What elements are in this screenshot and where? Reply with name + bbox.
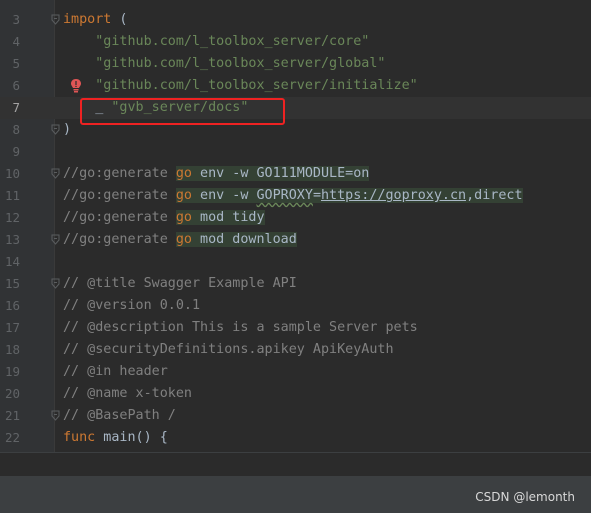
code-token: mod download <box>192 232 297 247</box>
code-token: // @name x-token <box>63 386 192 401</box>
code-text: // @version 0.0.1 <box>63 295 200 317</box>
code-token: ,direct <box>466 188 523 203</box>
code-token: "github.com/l_toolbox_server/initialize" <box>95 78 418 93</box>
code-line[interactable]: 16 // @version 0.0.1 <box>0 295 591 317</box>
line-number: 17 <box>4 320 20 335</box>
code-line[interactable]: 10 //go:generate go env -w GO111MODULE=on <box>0 163 591 185</box>
code-token: go <box>175 188 192 203</box>
code-text: import ( <box>63 9 128 31</box>
fold-marker-icon[interactable] <box>51 278 60 289</box>
line-number: 21 <box>4 408 20 423</box>
line-number: 14 <box>4 254 20 269</box>
line-number: 22 <box>4 430 20 445</box>
fold-marker-icon[interactable] <box>51 410 60 421</box>
fold-marker-icon[interactable] <box>51 14 60 25</box>
editor-bottom-border <box>0 452 591 453</box>
fold-marker-icon[interactable] <box>51 124 60 135</box>
code-text: //go:generate go env -w GOPROXY=https://… <box>63 185 523 207</box>
highlight-box-annotation <box>80 98 285 125</box>
code-text: // @name x-token <box>63 383 192 405</box>
fold-marker-icon[interactable] <box>51 234 60 245</box>
code-line[interactable]: 3 import ( <box>0 9 591 31</box>
code-line[interactable]: 13 //go:generate go mod download <box>0 229 591 251</box>
code-text: // @in header <box>63 361 168 383</box>
code-line[interactable]: 19 // @in header <box>0 361 591 383</box>
code-token: go <box>175 210 192 225</box>
code-text: //go:generate go mod download <box>63 229 297 251</box>
line-number: 19 <box>4 364 20 379</box>
code-token: = <box>312 188 321 203</box>
code-line[interactable]: 15 // @title Swagger Example API <box>0 273 591 295</box>
code-token: GOPROXY <box>256 188 313 203</box>
code-token: ( <box>111 12 128 27</box>
line-number: 11 <box>4 188 20 203</box>
code-token: import <box>63 12 112 27</box>
line-number: 20 <box>4 386 20 401</box>
code-token: func <box>63 430 96 445</box>
code-text: ) <box>63 119 71 141</box>
code-token: // @BasePath / <box>63 408 176 423</box>
code-text: "github.com/l_toolbox_server/core" <box>63 31 369 53</box>
code-line[interactable]: 22 func main() { <box>0 427 591 449</box>
code-text: "github.com/l_toolbox_server/initialize" <box>63 75 418 97</box>
code-line[interactable]: 12 //go:generate go mod tidy <box>0 207 591 229</box>
code-token: // @title Swagger Example API <box>63 276 297 291</box>
code-line[interactable]: 21 // @BasePath / <box>0 405 591 427</box>
code-text: // @description This is a sample Server … <box>63 317 418 339</box>
code-token: https://goproxy.cn <box>321 188 467 203</box>
line-number: 5 <box>12 56 20 71</box>
code-token: go <box>175 166 192 181</box>
code-line[interactable]: 14 <box>0 251 591 273</box>
code-token: "github.com/l_toolbox_server/global" <box>95 56 386 71</box>
fold-marker-icon[interactable] <box>51 168 60 179</box>
code-token: main() { <box>95 430 168 445</box>
line-number: 10 <box>4 166 20 181</box>
code-token: "github.com/l_toolbox_server/core" <box>95 34 370 49</box>
code-text: func main() { <box>63 427 168 449</box>
line-number: 3 <box>12 12 20 27</box>
line-number: 4 <box>12 34 20 49</box>
line-number: 9 <box>12 144 20 159</box>
code-line[interactable]: 9 <box>0 141 591 163</box>
line-number: 6 <box>12 78 20 93</box>
code-line[interactable]: 5 "github.com/l_toolbox_server/global" <box>0 53 591 75</box>
line-number: 16 <box>4 298 20 313</box>
code-text: // @title Swagger Example API <box>63 273 297 295</box>
code-token: //go:generate <box>63 166 176 181</box>
code-token: env -w GO111MODULE=on <box>192 166 370 181</box>
code-text: // @securityDefinitions.apikey ApiKeyAut… <box>63 339 394 361</box>
code-token: //go:generate <box>63 232 176 247</box>
line-number: 7 <box>12 100 20 115</box>
code-token: mod tidy <box>192 210 265 225</box>
code-text: "github.com/l_toolbox_server/global" <box>63 53 385 75</box>
code-token: go <box>175 232 192 247</box>
code-token: // @securityDefinitions.apikey ApiKeyAut… <box>63 342 394 357</box>
line-number: 13 <box>4 232 20 247</box>
code-line[interactable]: 20 // @name x-token <box>0 383 591 405</box>
line-number: 8 <box>12 122 20 137</box>
code-editor[interactable]: 3 import (4 "github.com/l_toolbox_server/… <box>0 9 591 449</box>
code-line[interactable]: 18 // @securityDefinitions.apikey ApiKeyA… <box>0 339 591 361</box>
code-text: // @BasePath / <box>63 405 176 427</box>
code-token: // @description This is a sample Server … <box>63 320 418 335</box>
code-token: // @in header <box>63 364 168 379</box>
code-line[interactable]: 11 //go:generate go env -w GOPROXY=https:… <box>0 185 591 207</box>
code-line[interactable]: 6 "github.com/l_toolbox_server/initializ… <box>0 75 591 97</box>
line-number: 18 <box>4 342 20 357</box>
code-text: //go:generate go mod tidy <box>63 207 265 229</box>
code-text: //go:generate go env -w GO111MODULE=on <box>63 163 370 185</box>
code-token: env -w <box>192 188 257 203</box>
code-token: //go:generate <box>63 188 176 203</box>
code-line[interactable]: 17 // @description This is a sample Serve… <box>0 317 591 339</box>
code-token: ) <box>63 122 72 137</box>
line-number: 12 <box>4 210 20 225</box>
code-token: // @version 0.0.1 <box>63 298 201 313</box>
line-number: 15 <box>4 276 20 291</box>
watermark-text: CSDN @lemonth <box>475 490 575 504</box>
code-token: //go:generate <box>63 210 176 225</box>
code-line[interactable]: 4 "github.com/l_toolbox_server/core" <box>0 31 591 53</box>
